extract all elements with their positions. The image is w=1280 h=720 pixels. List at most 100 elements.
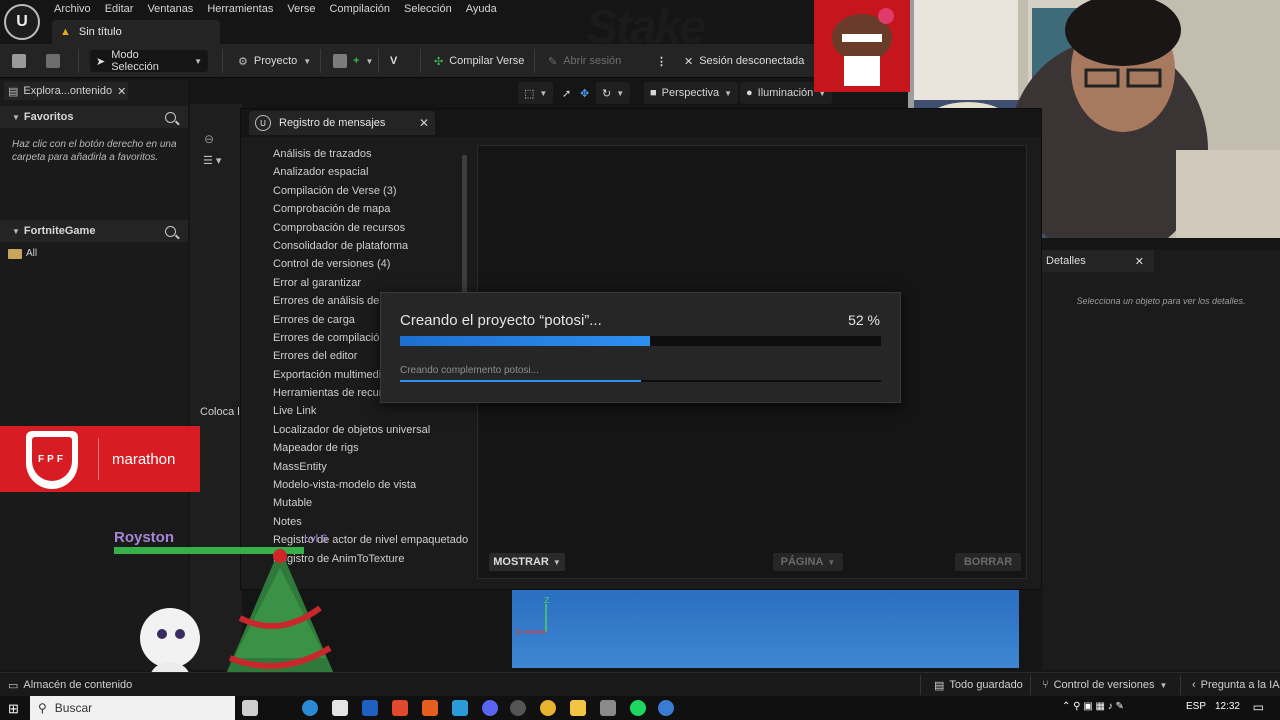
filter-icon[interactable]: ☰ ▾ bbox=[203, 154, 221, 167]
version-control-label: Control de versiones bbox=[1053, 679, 1155, 691]
close-icon[interactable]: ✕ bbox=[117, 85, 126, 98]
category-item[interactable]: MassEntity bbox=[257, 458, 471, 476]
category-item[interactable]: Mapeador de rigs bbox=[257, 439, 471, 457]
vscode-icon[interactable] bbox=[452, 700, 468, 716]
search-icon[interactable] bbox=[165, 111, 176, 123]
tray-icons[interactable]: ⌃ ⚲ ▣ ▦ ♪ ✎ bbox=[1062, 701, 1124, 712]
content-icon[interactable] bbox=[46, 50, 60, 72]
category-item[interactable]: Comprobación de mapa bbox=[257, 200, 471, 218]
category-scrollbar[interactable] bbox=[462, 155, 467, 295]
banner-text: marathon bbox=[112, 451, 176, 468]
close-icon[interactable]: ✕ bbox=[1135, 255, 1144, 268]
add-actor-button[interactable]: + ▼ bbox=[333, 50, 373, 72]
close-icon[interactable]: ✕ bbox=[419, 116, 429, 130]
category-item[interactable]: Notes bbox=[257, 513, 471, 531]
category-item[interactable]: Consolidador de plataforma bbox=[257, 237, 471, 255]
login-icon: ✎ bbox=[548, 55, 558, 68]
app-icon[interactable] bbox=[600, 700, 616, 716]
spotify-icon[interactable] bbox=[630, 700, 646, 716]
more-options-icon[interactable]: ⋮ bbox=[656, 50, 667, 72]
folder-all[interactable]: All bbox=[8, 248, 37, 259]
category-item[interactable]: Control de versiones (4) bbox=[257, 255, 471, 273]
taskbar-search[interactable]: ⚲ Buscar bbox=[30, 696, 235, 720]
disconnected-icon: ✕ bbox=[684, 55, 694, 68]
fpf-badge-text: FPF bbox=[32, 437, 72, 481]
session-status[interactable]: ✕ Sesión desconectada bbox=[684, 50, 804, 72]
store-icon[interactable] bbox=[332, 700, 348, 716]
outlook-icon[interactable] bbox=[362, 700, 378, 716]
folder-icon bbox=[8, 248, 22, 259]
rotate-tool-dropdown[interactable]: ↻ ▼ bbox=[596, 82, 631, 104]
edge-icon[interactable] bbox=[302, 700, 318, 716]
page-button[interactable]: PÁGINA ▼ bbox=[773, 553, 843, 571]
login-button[interactable]: ✎ Abrir sesión bbox=[548, 50, 621, 72]
menu-archivo[interactable]: Archivo bbox=[54, 3, 105, 15]
back-icon[interactable]: ⊖ bbox=[204, 132, 214, 146]
language-indicator[interactable]: ESP bbox=[1186, 701, 1206, 712]
category-item[interactable]: Modelo-vista-modelo de vista bbox=[257, 476, 471, 494]
progress-title: Creando el proyecto “potosi”... bbox=[400, 312, 602, 329]
unreal-editor-window: U Archivo Editar Ventanas Herramientas V… bbox=[0, 0, 1280, 720]
unreal-logo-icon[interactable]: U bbox=[4, 4, 40, 40]
save-icon[interactable] bbox=[12, 50, 26, 72]
selection-mode-dropdown[interactable]: ➤ Modo Selección ▼ bbox=[90, 49, 208, 73]
menu-ayuda[interactable]: Ayuda bbox=[466, 3, 511, 15]
windows-taskbar: ⊞ ⚲ Buscar ⌃ ⚲ ▣ ▦ ♪ ✎ ESP 12:32 ▭ bbox=[0, 696, 1280, 720]
clock[interactable]: 12:32 bbox=[1215, 701, 1240, 712]
category-item[interactable]: Error al garantizar bbox=[257, 274, 471, 292]
project-title: FortniteGame bbox=[23, 225, 96, 237]
progress-percent: 52 % bbox=[848, 312, 880, 328]
file-explorer-icon[interactable] bbox=[570, 700, 586, 716]
menu-editar[interactable]: Editar bbox=[105, 3, 148, 15]
menu-compilacion[interactable]: Compilación bbox=[329, 3, 404, 15]
project-header[interactable]: ▼ FortniteGame bbox=[0, 220, 188, 242]
compile-verse-button[interactable]: ✣ Compilar Verse bbox=[434, 50, 524, 72]
document-tab[interactable]: ▲ Sin título bbox=[52, 20, 220, 44]
clear-button[interactable]: BORRAR bbox=[955, 553, 1021, 571]
category-item[interactable]: Comprobación de recursos bbox=[257, 219, 471, 237]
details-tab[interactable]: Detalles ✕ bbox=[1042, 250, 1154, 272]
search-icon[interactable] bbox=[165, 225, 176, 237]
hello-kitty-sticker bbox=[832, 8, 894, 86]
menu-seleccion[interactable]: Selección bbox=[404, 3, 466, 15]
category-item[interactable]: Analizador espacial bbox=[257, 163, 471, 181]
windows-start-icon[interactable]: ⊞ bbox=[8, 701, 19, 717]
menu-verse[interactable]: Verse bbox=[287, 3, 329, 15]
ask-ai-button[interactable]: ‹ Pregunta a la IA bbox=[1192, 677, 1280, 693]
content-drawer-button[interactable]: ▭ Almacén de contenido bbox=[8, 677, 132, 693]
favorites-header[interactable]: ▼ Favoritos bbox=[0, 106, 188, 128]
unreal-taskbar-icon[interactable] bbox=[658, 700, 674, 716]
content-browser-tab[interactable]: ▤ Explora...ontenido ✕ bbox=[4, 82, 128, 100]
verse-icon[interactable]: V bbox=[390, 50, 397, 72]
brave-icon[interactable] bbox=[392, 700, 408, 716]
category-item[interactable]: Live Link bbox=[257, 402, 471, 420]
message-log-tab[interactable]: U Registro de mensajes ✕ bbox=[249, 111, 435, 135]
notification-icon[interactable]: ▭ bbox=[1253, 700, 1264, 714]
version-control-dropdown[interactable]: ⑂ Control de versiones ▼ bbox=[1042, 677, 1167, 693]
project-dropdown[interactable]: ⚙ Proyecto ▼ bbox=[238, 50, 311, 72]
menu-herramientas[interactable]: Herramientas bbox=[207, 3, 287, 15]
select-tool-dropdown[interactable]: ⬚ ▼ bbox=[518, 82, 554, 104]
category-item[interactable]: Localizador de objetos universal bbox=[257, 421, 471, 439]
app-orange-icon[interactable] bbox=[422, 700, 438, 716]
details-panel: Detalles ✕ Selecciona un objeto para ver… bbox=[1042, 250, 1280, 670]
svg-text:X: X bbox=[516, 628, 522, 637]
category-item[interactable]: Mutable bbox=[257, 494, 471, 512]
show-button[interactable]: MOSTRAR ▼ bbox=[489, 553, 565, 571]
level-viewport[interactable]: Z X bbox=[512, 590, 1019, 668]
menu-ventanas[interactable]: Ventanas bbox=[147, 3, 207, 15]
save-status[interactable]: ▤ Todo guardado bbox=[934, 677, 1023, 693]
chrome-icon[interactable] bbox=[540, 700, 556, 716]
category-item[interactable]: Análisis de trazados bbox=[257, 145, 471, 163]
obs-icon[interactable] bbox=[510, 700, 526, 716]
taskbar-search-label: Buscar bbox=[54, 701, 93, 715]
progress-subtitle: Creando complemento potosi... bbox=[400, 365, 539, 376]
chevron-down-icon: ▼ bbox=[552, 557, 561, 567]
category-item[interactable]: Compilación de Verse (3) bbox=[257, 182, 471, 200]
task-view-icon[interactable] bbox=[242, 700, 258, 716]
discord-icon[interactable] bbox=[482, 700, 498, 716]
move-tool-icon[interactable]: ✥ bbox=[574, 82, 595, 104]
perspective-dropdown[interactable]: ■ Perspectiva ▼ bbox=[644, 82, 739, 104]
chevron-down-icon: ▼ bbox=[194, 56, 202, 66]
toolbar-divider bbox=[534, 49, 535, 73]
